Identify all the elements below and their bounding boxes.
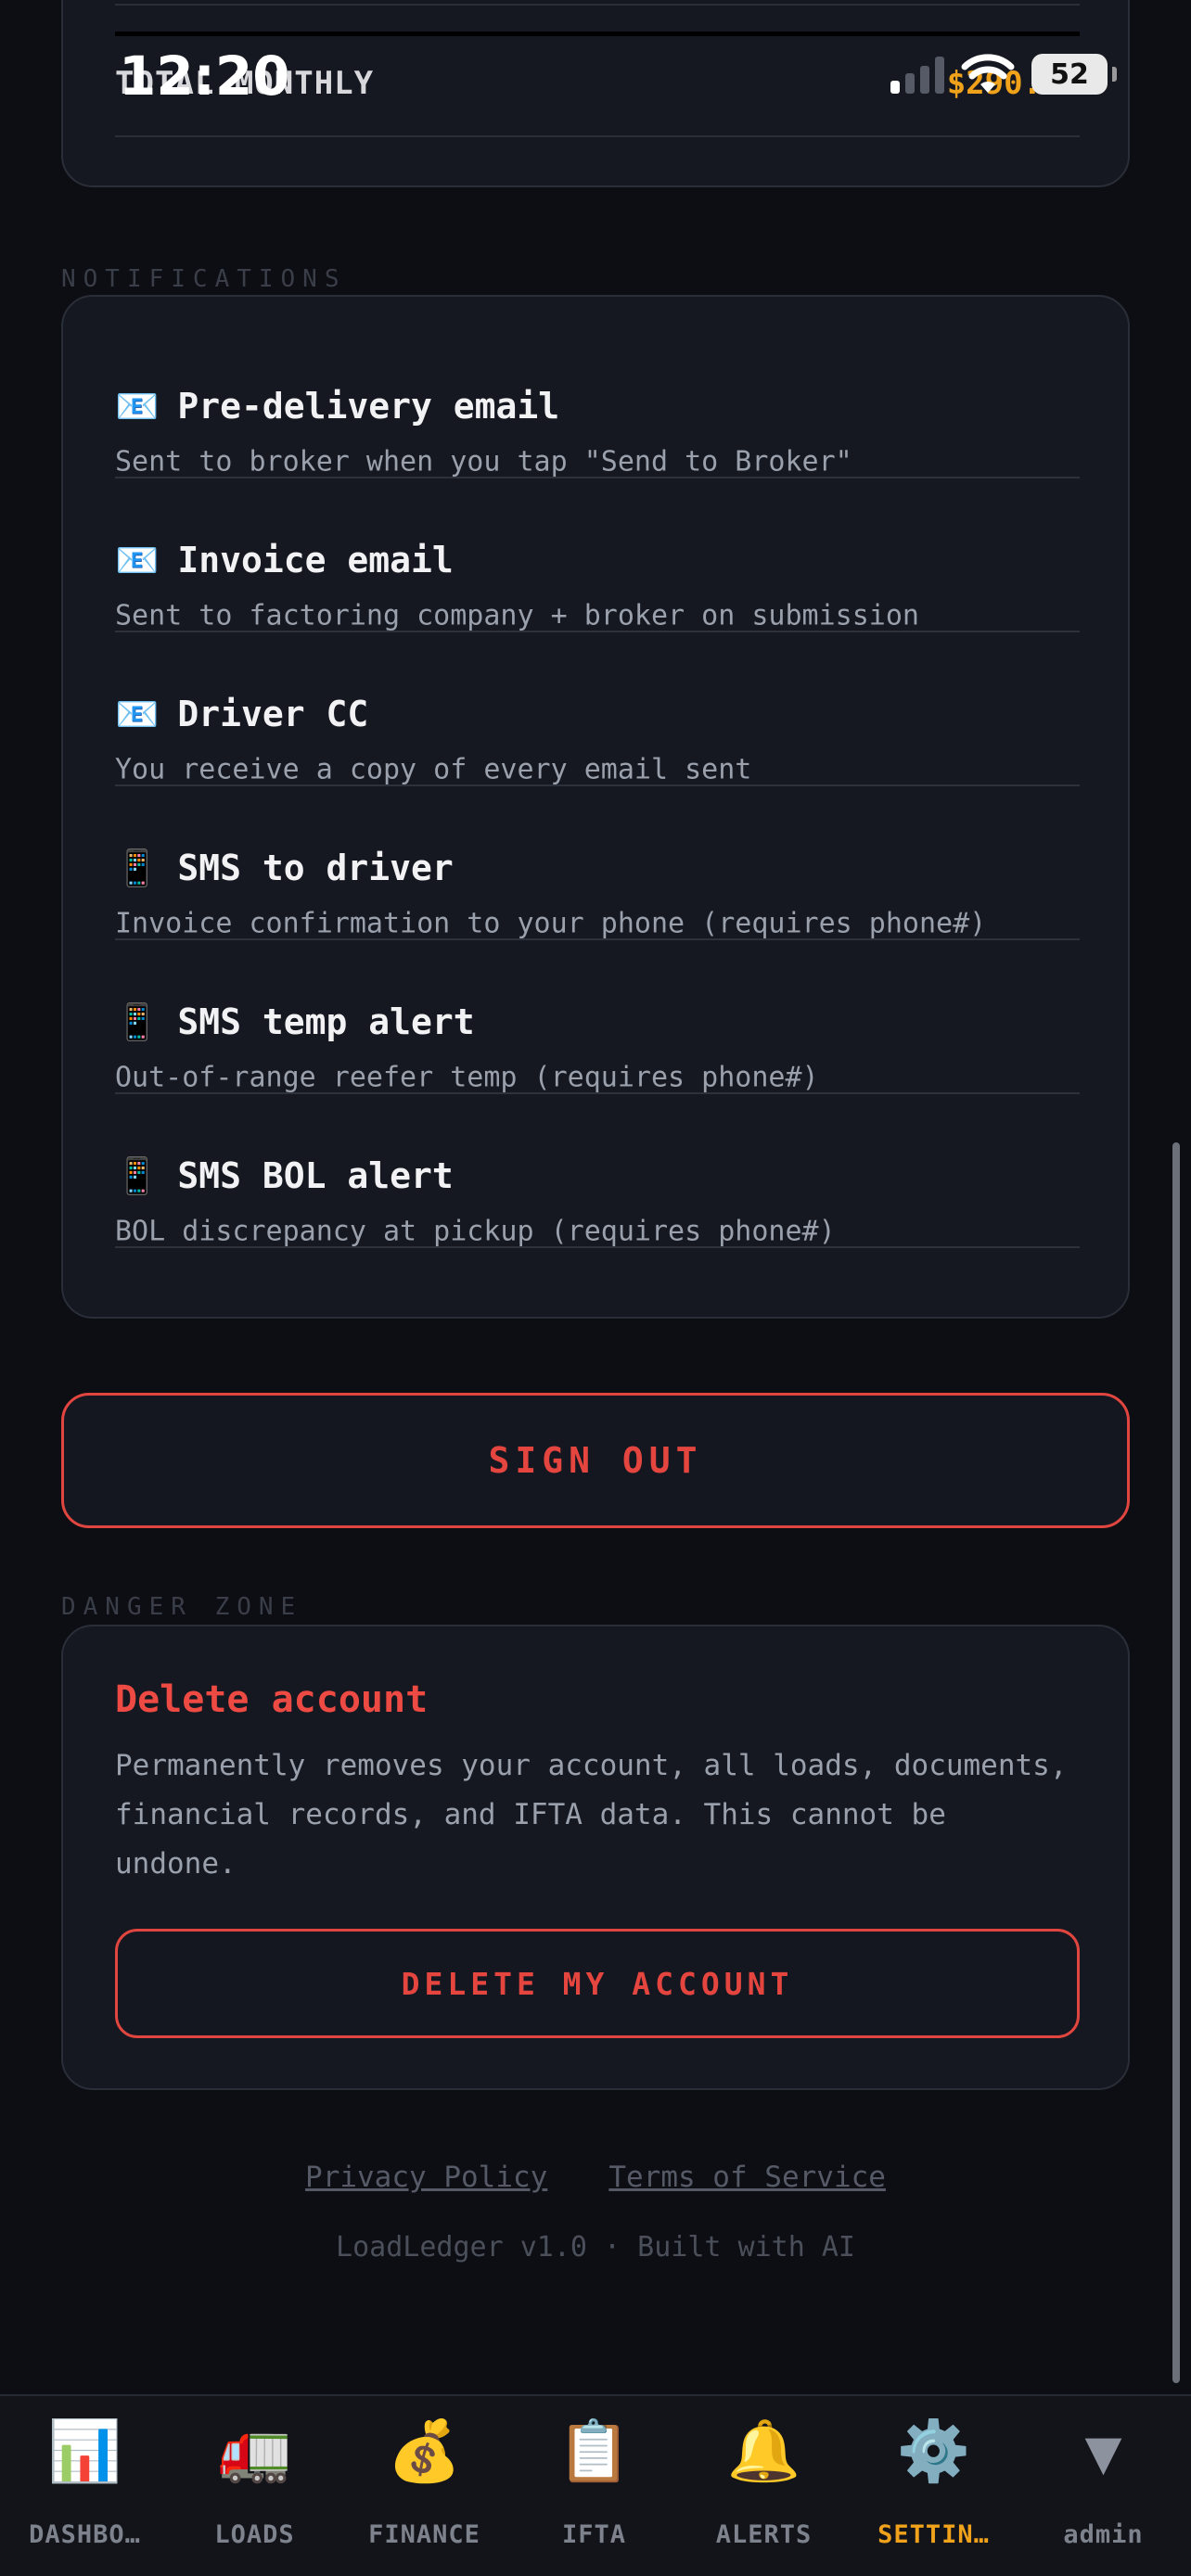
notification-title-row: 📱 SMS temp alert [115,1001,475,1042]
notification-description: BOL discrepancy at pickup (requires phon… [115,1215,836,1248]
notification-title: Driver CC [177,694,369,734]
bottom-navigation: 📊 DASHBO… 🚛 LOADS 💰 FINANCE 📋 IFTA 🔔 ALE… [0,2394,1191,2576]
phone-icon: 📱 [115,1155,160,1196]
terms-of-service-link[interactable]: Terms of Service [608,2161,886,2194]
notification-title: SMS to driver [177,848,454,888]
delete-account-title: Delete account [115,1678,429,1721]
nav-item-finance[interactable]: 💰 FINANCE [339,2396,509,2576]
nav-label: DASHBO… [29,2520,141,2549]
triangle-down-icon: ▼ [1084,2426,1122,2481]
notification-title-row: 📧 Pre-delivery email [115,386,559,427]
notification-description: You receive a copy of every email sent [115,753,752,786]
nav-item-settings[interactable]: ⚙️ SETTIN… [849,2396,1018,2576]
notification-sms-to-driver[interactable]: 📱 SMS to driver Invoice confirmation to … [115,786,1080,940]
nav-item-admin[interactable]: ▼ admin [1018,2396,1188,2576]
notification-pre-delivery-email[interactable]: 📧 Pre-delivery email Sent to broker when… [115,325,1080,478]
truck-icon: 🚛 [217,2417,292,2486]
notification-driver-cc[interactable]: 📧 Driver CC You receive a copy of every … [115,632,1080,786]
notification-description: Sent to broker when you tap "Send to Bro… [115,445,852,478]
notification-sms-temp-alert[interactable]: 📱 SMS temp alert Out-of-range reefer tem… [115,940,1080,1094]
nav-label: IFTA [561,2520,627,2549]
nav-label: LOADS [214,2520,295,2549]
notifications-section-label: NOTIFICATIONS [61,265,347,293]
notification-description: Invoice confirmation to your phone (requ… [115,907,987,940]
danger-zone-section-label: DANGER ZONE [61,1593,303,1621]
cellular-signal-icon [890,55,944,94]
email-icon: 📧 [115,386,160,427]
notification-title-row: 📧 Driver CC [115,694,368,734]
notification-title-row: 📱 SMS BOL alert [115,1155,454,1196]
gear-icon: ⚙️ [896,2417,971,2486]
status-bar: 12:20 52 [0,0,1191,158]
notification-title: Invoice email [177,540,454,580]
scrollbar-thumb[interactable] [1172,1142,1180,2383]
notification-title: SMS BOL alert [177,1155,454,1196]
status-time: 12:20 [119,45,290,108]
nav-item-alerts[interactable]: 🔔 ALERTS [679,2396,849,2576]
nav-item-loads[interactable]: 🚛 LOADS [170,2396,339,2576]
footer-links: Privacy Policy Terms of Service [0,2161,1191,2194]
notification-invoice-email[interactable]: 📧 Invoice email Sent to factoring compan… [115,478,1080,632]
email-icon: 📧 [115,540,160,580]
delete-account-description: Permanently removes your account, all lo… [115,1749,1068,1881]
notifications-card: 📧 Pre-delivery email Sent to broker when… [61,295,1130,1319]
notification-description: Out-of-range reefer temp (requires phone… [115,1061,819,1094]
notification-description: Sent to factoring company + broker on su… [115,599,919,632]
email-icon: 📧 [115,694,160,734]
status-indicators: 52 [890,54,1117,95]
nav-label: admin [1063,2520,1144,2549]
danger-zone-card: Delete account Permanently removes your … [61,1625,1130,2090]
notification-title: SMS temp alert [177,1001,475,1042]
clipboard-icon: 📋 [557,2417,632,2486]
phone-icon: 📱 [115,848,160,888]
nav-item-ifta[interactable]: 📋 IFTA [509,2396,679,2576]
notification-sms-bol-alert[interactable]: 📱 SMS BOL alert BOL discrepancy at picku… [115,1094,1080,1248]
nav-label: SETTIN… [877,2520,990,2549]
privacy-policy-link[interactable]: Privacy Policy [305,2161,547,2194]
sign-out-button[interactable]: SIGN OUT [61,1393,1130,1528]
phone-icon: 📱 [115,1001,160,1042]
notification-title-row: 📧 Invoice email [115,540,454,580]
delete-account-button[interactable]: DELETE MY ACCOUNT [115,1929,1080,2038]
nav-label: ALERTS [715,2520,813,2549]
app-version: LoadLedger v1.0 · Built with AI [336,2231,855,2264]
money-bag-icon: 💰 [387,2417,462,2486]
notification-title-row: 📱 SMS to driver [115,848,454,888]
battery-icon: 52 [1031,54,1117,95]
settings-page: TOTAL MONTHLY $290.00 12:20 52 NOTIFICAT… [0,0,1191,2576]
nav-label: FINANCE [368,2520,480,2549]
wifi-icon [961,54,1015,93]
bar-chart-icon: 📊 [47,2417,122,2486]
bell-icon: 🔔 [726,2417,801,2486]
notification-title: Pre-delivery email [177,386,560,427]
nav-item-dashboard[interactable]: 📊 DASHBO… [0,2396,170,2576]
battery-level: 52 [1050,57,1089,91]
